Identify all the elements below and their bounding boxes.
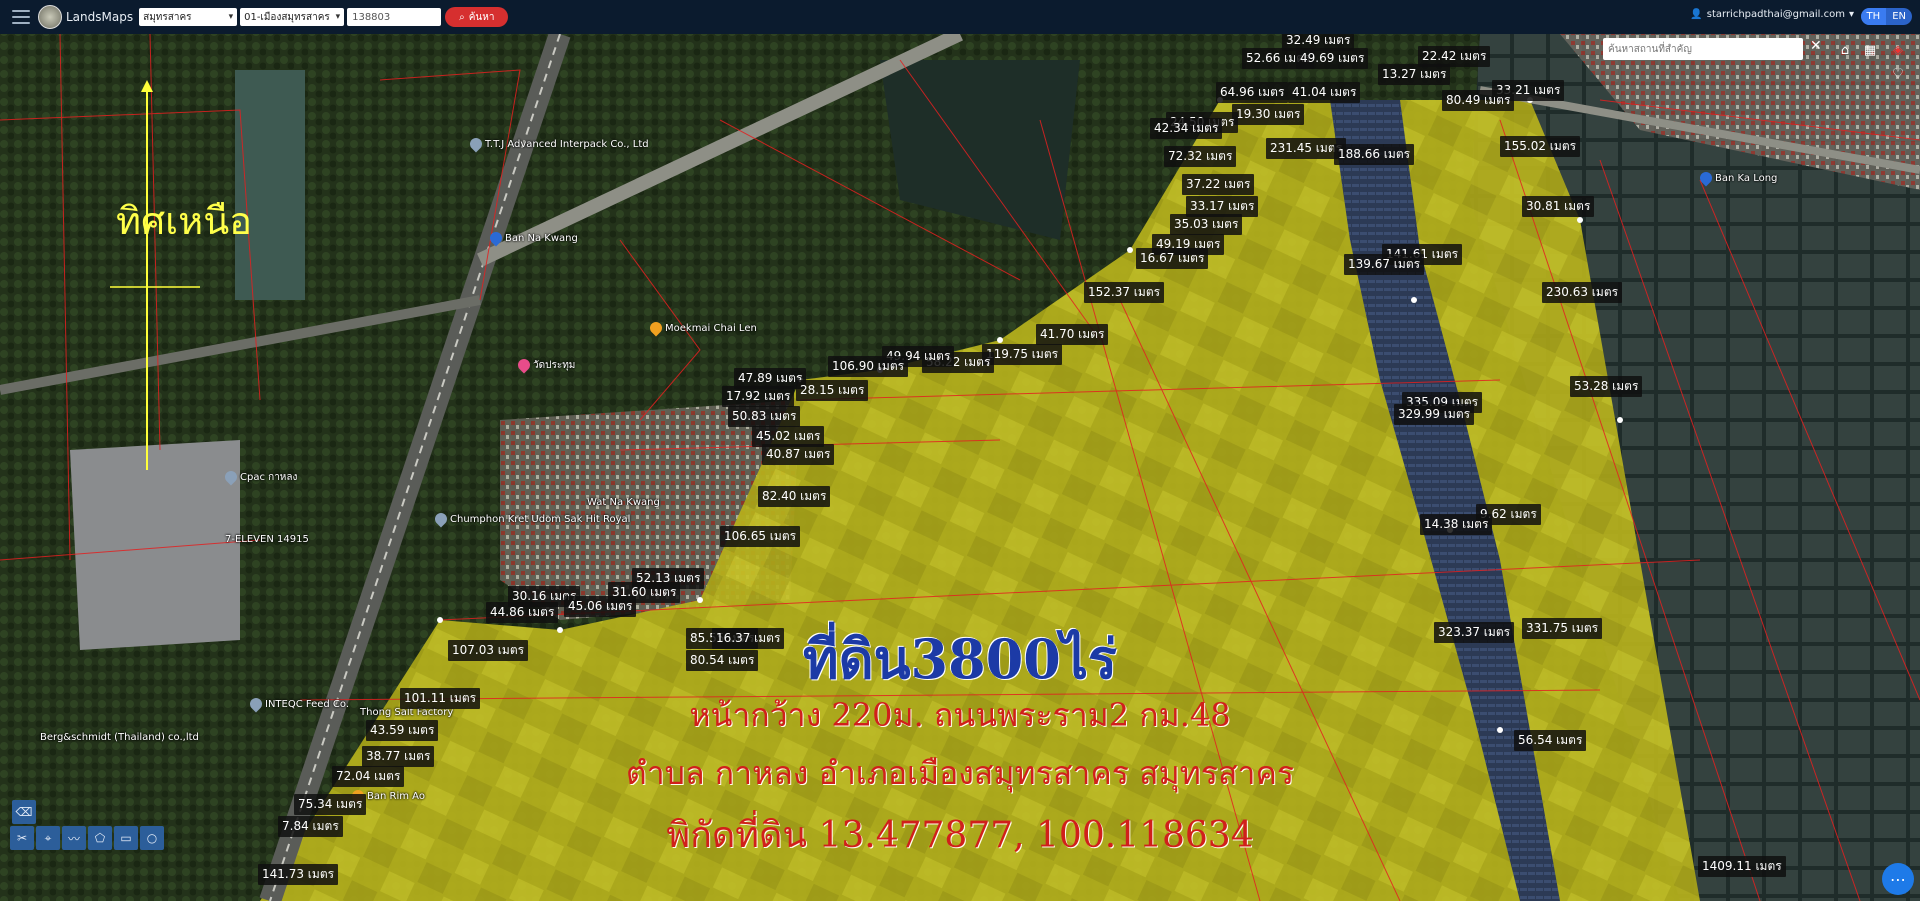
bus-stop-icon — [1697, 169, 1715, 187]
search-icon: ⌕ — [459, 11, 465, 23]
distance-label: 41.04 เมตร — [1288, 82, 1361, 103]
distance-label: 37.22 เมตร — [1182, 174, 1255, 195]
place-label[interactable]: Ban Na Kwang — [487, 229, 578, 247]
temple-icon — [515, 356, 533, 374]
chevron-down-icon: ▾ — [228, 12, 234, 22]
grid-icon[interactable]: ▦ — [1860, 40, 1880, 60]
place-label[interactable]: วัดประทุม — [515, 356, 575, 374]
distance-label: 30.81 เมตร — [1522, 196, 1595, 217]
distance-label: 230.63 เมตร — [1542, 282, 1623, 303]
distance-label: 45.06 เมตร — [564, 596, 637, 617]
distance-label: 14.38 เมตร — [1420, 514, 1493, 535]
logo — [38, 5, 62, 29]
distance-label: 155.02 เมตร — [1500, 136, 1581, 157]
distance-label: 13.27 เมตร — [1378, 64, 1451, 85]
distance-label: 17.92 เมตร — [722, 386, 795, 407]
land-ad-location: ตำบล กาหลง อำเภอเมืองสมุทรสาคร สมุทรสาคร — [625, 754, 1295, 792]
place-label[interactable]: Moekmai Chai Len — [647, 319, 757, 337]
close-icon[interactable]: ✕ — [1810, 38, 1822, 54]
user-icon: 👤 — [1690, 9, 1703, 20]
place-pin-icon — [222, 468, 240, 486]
chevron-down-icon: ▾ — [335, 12, 341, 22]
lang-en-option[interactable]: EN — [1886, 8, 1912, 25]
search-button-label: ค้นหา — [468, 11, 495, 23]
place-label[interactable]: Ban Ka Long — [1697, 169, 1777, 187]
distance-label: 19.30 เมตร — [1232, 104, 1305, 125]
heart-icon[interactable]: ♡ — [1888, 64, 1908, 84]
restaurant-icon — [647, 319, 665, 337]
brand-name: LandsMaps — [66, 10, 134, 24]
province-select-value: สมุทรสาคร — [143, 11, 192, 23]
user-menu[interactable]: 👤 starrichpadthai@gmail.com ▾ — [1690, 9, 1854, 20]
user-email: starrichpadthai@gmail.com — [1706, 9, 1845, 20]
place-label[interactable]: Chumphon Kret Udom Sak Hit Royal — [432, 510, 630, 528]
home-icon[interactable]: ⌂ — [1835, 40, 1855, 60]
distance-label: 80.49 เมตร — [1442, 90, 1515, 111]
distance-label: 50.83 เมตร — [728, 406, 801, 427]
distance-label: 329.99 เมตร — [1394, 404, 1475, 425]
place-label[interactable]: Cpac กาหลง — [222, 468, 297, 486]
distance-label: 35.03 เมตร — [1170, 214, 1243, 235]
distance-label: 53.28 เมตร — [1570, 376, 1643, 397]
distance-label: 28.15 เมตร — [796, 380, 869, 401]
distance-label: 141.73 เมตร — [258, 864, 339, 885]
language-toggle[interactable]: TH EN — [1860, 8, 1912, 25]
distance-label: 64.96 เมตร — [1216, 82, 1289, 103]
lang-th-option[interactable]: TH — [1860, 8, 1887, 25]
distance-label: 41.70 เมตร — [1036, 324, 1109, 345]
distance-label: 40.87 เมตร — [762, 444, 835, 465]
place-label[interactable]: T.T.J Advanced Interpack Co., Ltd — [467, 135, 649, 153]
district-select[interactable]: 01-เมืองสมุทรสาคร ▾ — [240, 8, 345, 26]
province-select[interactable]: สมุทรสาคร ▾ — [139, 8, 238, 26]
distance-label: 16.67 เมตร — [1136, 248, 1209, 269]
district-select-value: 01-เมืองสมุทรสาคร — [244, 11, 330, 23]
distance-label: 139.67 เมตร — [1344, 254, 1425, 275]
distance-label: 82.40 เมตร — [758, 486, 831, 507]
place-pin-icon — [467, 135, 485, 153]
menu-icon[interactable] — [12, 10, 30, 24]
chevron-down-icon: ▾ — [1848, 9, 1854, 20]
layers-icon[interactable]: ◈ — [1888, 40, 1908, 60]
search-button[interactable]: ⌕ ค้นหา — [445, 7, 509, 27]
top-toolbar: LandsMaps สมุทรสาคร ▾ 01-เมืองสมุทรสาคร … — [0, 0, 1920, 34]
more-options-button[interactable]: ⋯ — [1882, 863, 1914, 895]
place-pin-icon — [432, 510, 450, 528]
land-ad-frontage: หน้ากว้าง 220ม. ถนนพระราม2 กม.48 — [689, 696, 1231, 734]
place-search-input[interactable]: ค้นหาสถานที่สำคัญ — [1603, 38, 1803, 60]
parcel-number-input[interactable]: 138803 — [347, 8, 442, 26]
distance-label: 106.90 เมตร — [828, 356, 909, 377]
distance-label: 106.65 เมตร — [720, 526, 801, 547]
bus-stop-icon — [487, 229, 505, 247]
distance-label: 72.32 เมตร — [1164, 146, 1237, 167]
land-ad-coordinates: พิกัดที่ดิน 13.477877, 100.118634 — [666, 815, 1254, 856]
distance-label: 42.34 เมตร — [1150, 118, 1223, 139]
distance-label: 152.37 เมตร — [1084, 282, 1165, 303]
distance-label: 49.69 เมตร — [1296, 48, 1369, 69]
distance-label: 188.66 เมตร — [1334, 144, 1415, 165]
place-label[interactable]: 7-ELEVEN 14915 — [225, 534, 309, 545]
north-label: ทิศเหนือ — [116, 199, 253, 243]
place-label[interactable]: Wat Na Kwang — [587, 497, 660, 508]
